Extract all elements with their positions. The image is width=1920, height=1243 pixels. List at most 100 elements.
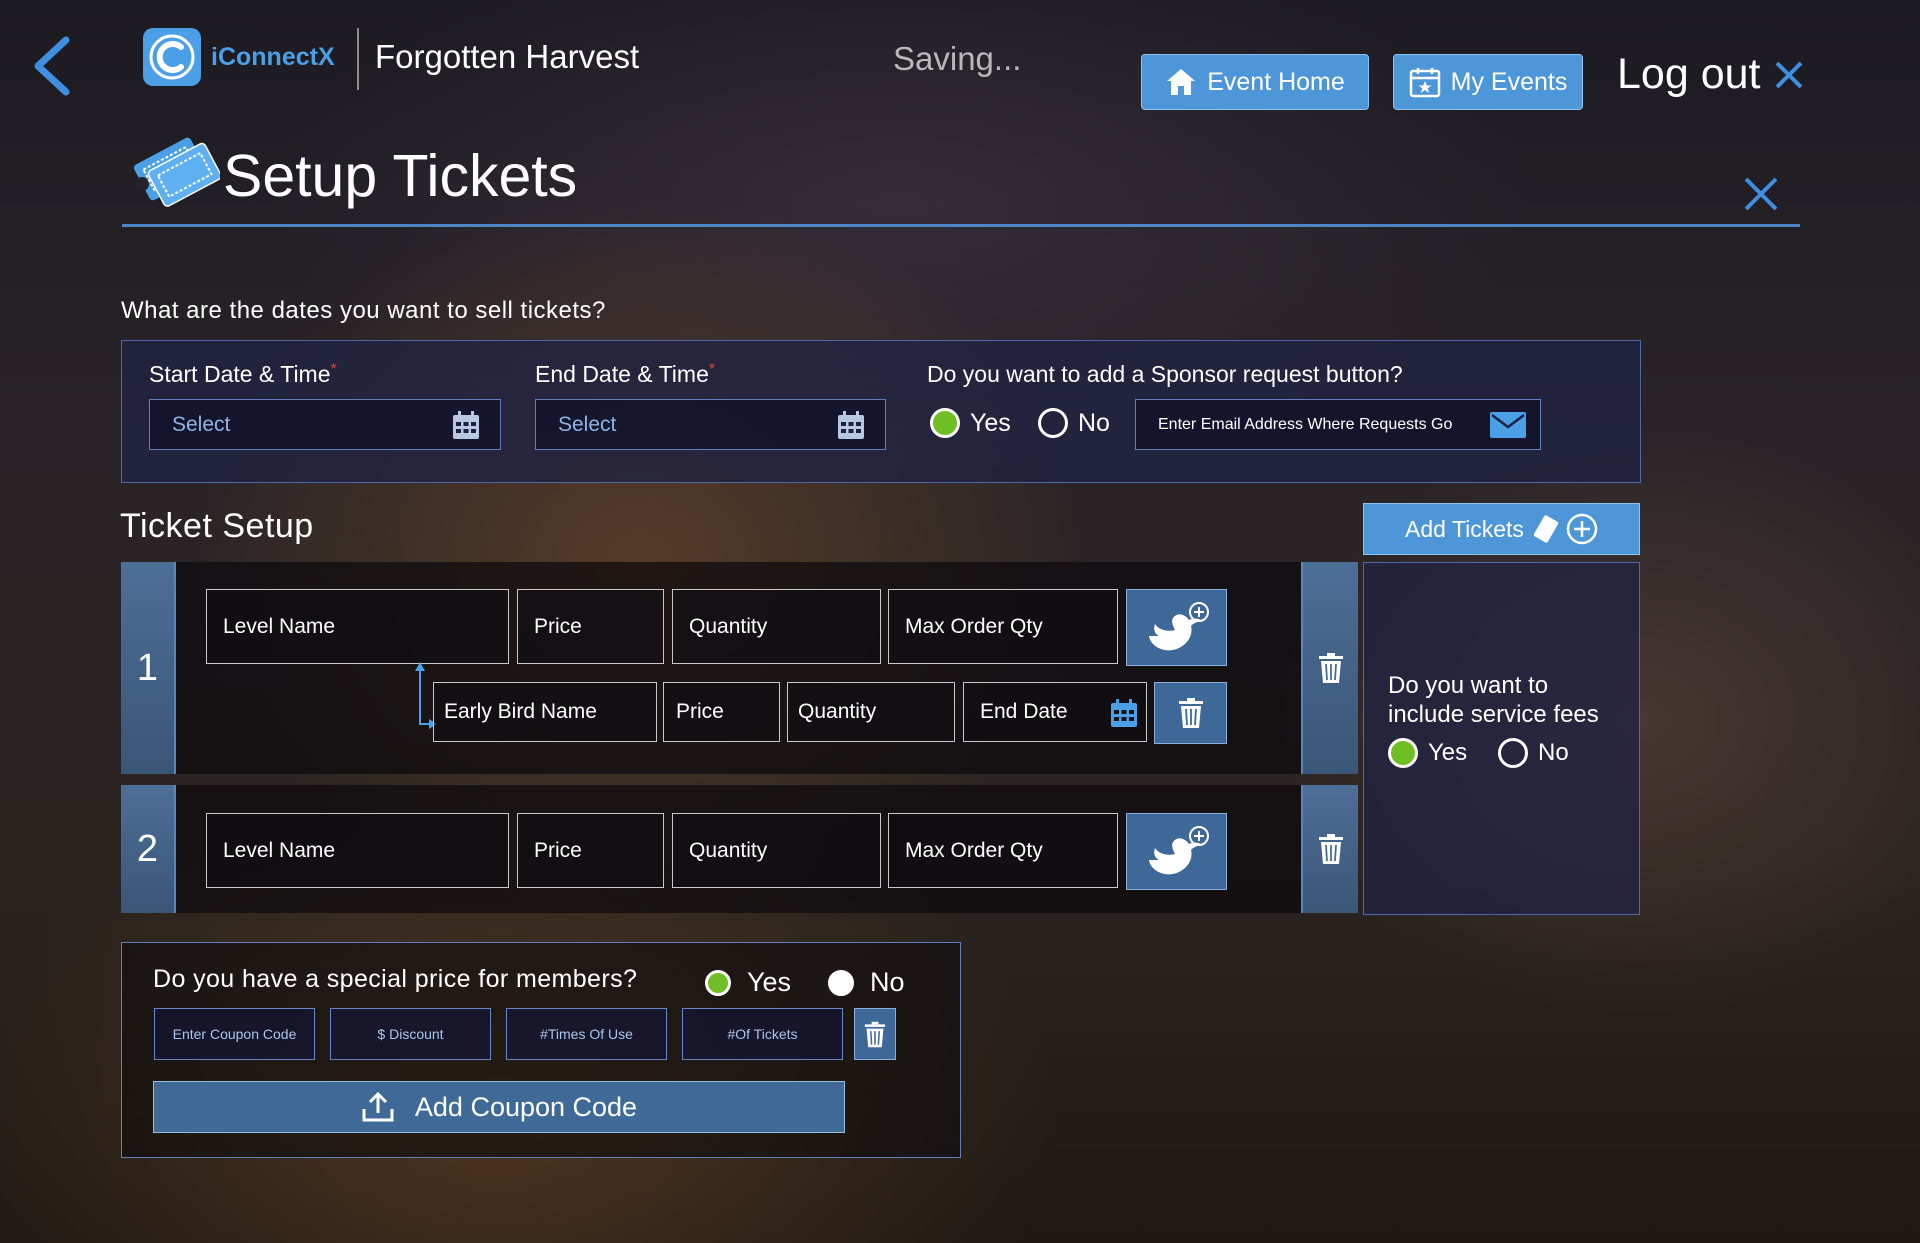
start-date-value: Select xyxy=(172,412,231,436)
members-panel: Do you have a special price for members?… xyxy=(121,942,961,1158)
service-fees-no-option[interactable]: No xyxy=(1498,738,1569,768)
members-yes-label: Yes xyxy=(747,967,792,997)
dates-question: What are the dates you want to sell tick… xyxy=(121,297,606,324)
sponsor-question: Do you want to add a Sponsor request but… xyxy=(927,361,1403,387)
upload-icon xyxy=(362,1091,394,1122)
sponsor-no-radio[interactable] xyxy=(1038,408,1068,438)
coupon-code-input[interactable]: Enter Coupon Code xyxy=(154,1008,315,1060)
header-divider xyxy=(357,28,359,90)
my-events-label: My Events xyxy=(1450,67,1568,96)
max-order-input[interactable]: Max Order Qty xyxy=(888,589,1118,664)
trash-icon xyxy=(1178,698,1203,728)
early-bird-quantity-input[interactable]: Quantity xyxy=(787,682,955,742)
end-date-select[interactable]: Select xyxy=(535,399,886,450)
delete-row-strip[interactable] xyxy=(1301,562,1358,774)
sponsor-no-label: No xyxy=(1078,408,1110,437)
service-fees-yes-label: Yes xyxy=(1428,739,1468,766)
early-bird-price-input[interactable]: Price xyxy=(663,682,780,742)
service-fees-no-radio[interactable] xyxy=(1498,738,1528,768)
members-yes-radio[interactable] xyxy=(705,969,731,996)
level-name-input[interactable]: Level Name xyxy=(206,589,509,664)
title-divider xyxy=(122,224,1800,227)
start-date-select[interactable]: Select xyxy=(149,399,501,450)
ticket-row-2: 2 Level Name Price Quantity Max Order Qt… xyxy=(121,785,1358,913)
price-input[interactable]: Price xyxy=(517,813,664,888)
add-early-bird-button[interactable] xyxy=(1126,589,1227,666)
event-title: Forgotten Harvest xyxy=(375,38,640,75)
sponsor-email-placeholder: Enter Email Address Where Requests Go xyxy=(1158,415,1453,433)
early-bird-end-date-input[interactable]: End Date xyxy=(963,682,1147,742)
page-title: Setup Tickets xyxy=(223,143,578,209)
sponsor-email-input[interactable]: Enter Email Address Where Requests Go xyxy=(1135,399,1541,450)
discount-input[interactable]: $ Discount xyxy=(330,1008,491,1060)
back-button[interactable] xyxy=(30,34,76,98)
trash-icon xyxy=(864,1021,886,1047)
event-home-label: Event Home xyxy=(1207,67,1345,96)
brand-logo[interactable]: iConnectX xyxy=(143,28,335,86)
end-date-value: Select xyxy=(558,412,617,436)
calendar-star-icon xyxy=(1409,68,1440,98)
sponsor-no-option[interactable]: No xyxy=(1038,408,1110,438)
delete-coupon-button[interactable] xyxy=(854,1008,896,1060)
sponsor-yes-option[interactable]: Yes xyxy=(930,408,1011,438)
delete-row-strip[interactable] xyxy=(1301,785,1358,913)
service-fees-panel: Do you want to include service fees Yes … xyxy=(1363,562,1640,915)
row-number-strip: 2 xyxy=(121,785,176,913)
close-x-icon xyxy=(1776,61,1803,88)
members-question: Do you have a special price for members? xyxy=(153,965,638,993)
ticket-row-1: 1 Level Name Price Quantity Max Order Qt… xyxy=(121,562,1358,774)
back-chevron-icon xyxy=(34,36,70,96)
level-name-input[interactable]: Level Name xyxy=(206,813,509,888)
end-date-label: End Date & Time* xyxy=(535,361,716,387)
row-number-strip: 1 xyxy=(121,562,176,774)
trash-icon xyxy=(1318,834,1343,864)
early-bird-connector xyxy=(415,662,437,729)
saving-status: Saving... xyxy=(893,40,1022,77)
close-page-button[interactable] xyxy=(1743,176,1779,212)
service-fees-no-label: No xyxy=(1538,739,1569,766)
max-order-input[interactable]: Max Order Qty xyxy=(888,813,1118,888)
service-fees-yes-radio[interactable] xyxy=(1388,738,1418,768)
event-home-button[interactable]: Event Home xyxy=(1141,54,1369,110)
price-input[interactable]: Price xyxy=(517,589,664,664)
members-yes-option[interactable]: Yes xyxy=(705,967,791,998)
logout-label: Log out xyxy=(1617,50,1761,98)
members-no-option[interactable]: No xyxy=(828,967,905,998)
start-date-label: Start Date & Time* xyxy=(149,361,337,387)
ticket-plus-icon xyxy=(1533,513,1598,545)
service-fees-question: Do you want to include service fees xyxy=(1388,672,1599,728)
quantity-input[interactable]: Quantity xyxy=(672,589,881,664)
service-fees-yes-option[interactable]: Yes xyxy=(1388,738,1467,768)
sponsor-yes-radio[interactable] xyxy=(930,408,960,438)
members-no-label: No xyxy=(870,967,905,997)
mail-icon xyxy=(1490,412,1526,438)
iconnectx-logo-icon xyxy=(143,28,201,86)
add-early-bird-button[interactable] xyxy=(1126,813,1227,890)
ticket-icon xyxy=(134,137,220,207)
row-number: 1 xyxy=(136,646,159,689)
close-x-icon xyxy=(1744,177,1778,211)
quantity-input[interactable]: Quantity xyxy=(672,813,881,888)
members-no-radio[interactable] xyxy=(828,969,854,996)
calendar-icon xyxy=(1111,699,1137,727)
times-of-use-input[interactable]: #Times Of Use xyxy=(506,1008,667,1060)
add-coupon-button[interactable]: Add Coupon Code xyxy=(153,1081,845,1133)
delete-early-bird-button[interactable] xyxy=(1154,682,1227,744)
row-number: 2 xyxy=(136,827,159,870)
early-bird-end-date-label: End Date xyxy=(980,700,1068,723)
brand-name: iConnectX xyxy=(211,42,335,71)
of-tickets-input[interactable]: #Of Tickets xyxy=(682,1008,843,1060)
ticket-setup-title: Ticket Setup xyxy=(120,507,314,545)
sponsor-yes-label: Yes xyxy=(970,408,1011,437)
my-events-button[interactable]: My Events xyxy=(1393,54,1583,110)
logout-button[interactable]: Log out xyxy=(1617,50,1804,99)
bird-add-icon xyxy=(1148,601,1209,650)
early-bird-name-input[interactable]: Early Bird Name xyxy=(433,682,657,742)
add-tickets-button[interactable]: Add Tickets xyxy=(1363,503,1640,555)
dates-panel: Start Date & Time* Select End Date & Tim… xyxy=(121,340,1641,483)
add-tickets-label: Add Tickets xyxy=(1405,515,1524,542)
trash-icon xyxy=(1318,653,1343,683)
calendar-icon xyxy=(838,411,864,439)
add-coupon-label: Add Coupon Code xyxy=(414,1091,638,1122)
calendar-icon xyxy=(453,411,479,439)
